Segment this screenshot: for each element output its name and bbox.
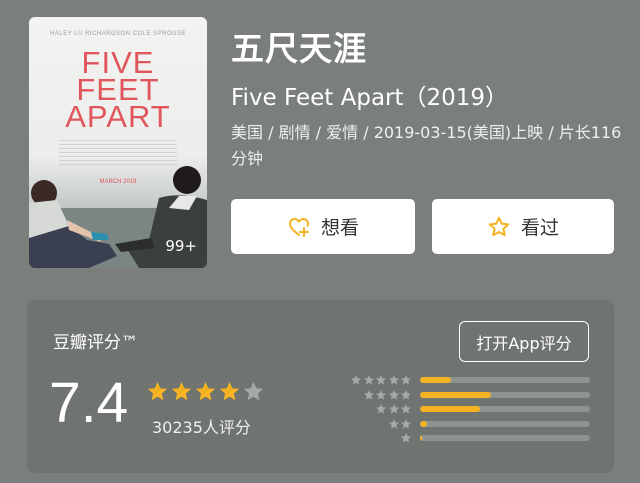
star-icon xyxy=(195,381,216,401)
distribution-bar-fill xyxy=(420,435,422,442)
distribution-bar-track xyxy=(420,377,590,384)
poster-credits: HALEY LU RICHARDSON COLE SPROUSE xyxy=(50,31,186,37)
rating-stars xyxy=(146,380,265,403)
poster-title: FIVE FEET APART xyxy=(29,47,207,134)
star-icon xyxy=(243,381,264,401)
distribution-row-2-star xyxy=(348,417,590,432)
distribution-row-4-star xyxy=(348,388,590,403)
star-icon xyxy=(401,404,411,414)
movie-meta-info: 美国 / 剧情 / 爱情 / 2019-03-15(美国)上映 / 片长116分… xyxy=(231,123,622,168)
star-icon xyxy=(363,389,374,400)
want-to-watch-button[interactable]: 想看 xyxy=(231,199,415,254)
distribution-row-5-star xyxy=(348,373,590,388)
distribution-bar-track xyxy=(420,435,590,442)
rating-distribution xyxy=(348,373,590,446)
star-icon xyxy=(388,404,399,414)
star-icon xyxy=(171,381,192,401)
distribution-bar-fill xyxy=(420,391,492,398)
distribution-bar-track xyxy=(420,391,590,398)
distribution-bar-fill xyxy=(420,406,480,413)
poster-title-line: APART xyxy=(65,99,171,134)
distribution-star-group xyxy=(348,432,412,444)
distribution-star-group xyxy=(348,374,412,386)
distribution-row-1-star xyxy=(348,431,590,446)
star-icon xyxy=(376,404,386,414)
distribution-bar-fill xyxy=(420,420,427,427)
star-icon xyxy=(388,375,399,385)
star-icon xyxy=(401,418,411,429)
movie-poster[interactable]: HALEY LU RICHARDSON COLE SPROUSE FIVE FE… xyxy=(29,17,207,268)
rating-label: 豆瓣评分™ xyxy=(53,333,138,353)
movie-original-title: Five Feet Apart（2019） xyxy=(231,85,509,111)
star-icon xyxy=(388,389,399,400)
distribution-star-group xyxy=(348,403,412,415)
heart-plus-icon xyxy=(288,217,309,237)
watched-label: 看过 xyxy=(520,217,559,239)
star-icon xyxy=(376,375,386,385)
poster-photo-count: 99+ xyxy=(165,237,197,255)
open-app-rate-button[interactable]: 打开App评分 xyxy=(459,321,589,362)
star-icon xyxy=(147,381,168,401)
rating-score: 7.4 xyxy=(49,371,129,435)
star-icon xyxy=(351,375,361,385)
watched-button[interactable]: 看过 xyxy=(432,199,614,254)
rating-votes: 30235人评分 xyxy=(152,418,251,437)
distribution-bar-track xyxy=(420,420,590,427)
star-outline-icon xyxy=(488,216,510,236)
want-to-watch-label: 想看 xyxy=(320,217,359,239)
rating-card: 豆瓣评分™ 打开App评分 7.4 30235人评分 xyxy=(27,300,614,473)
star-icon xyxy=(401,389,411,400)
star-icon xyxy=(219,381,240,401)
star-icon xyxy=(388,418,399,429)
distribution-bar-track xyxy=(420,406,590,413)
star-icon xyxy=(401,375,411,385)
page-title: 五尺天涯 xyxy=(231,29,367,68)
distribution-star-group xyxy=(348,418,412,430)
distribution-row-3-star xyxy=(348,402,590,417)
star-icon xyxy=(376,389,386,400)
distribution-star-group xyxy=(348,389,412,401)
distribution-bar-fill xyxy=(420,377,451,384)
star-icon xyxy=(363,375,374,385)
star-icon xyxy=(401,433,411,443)
